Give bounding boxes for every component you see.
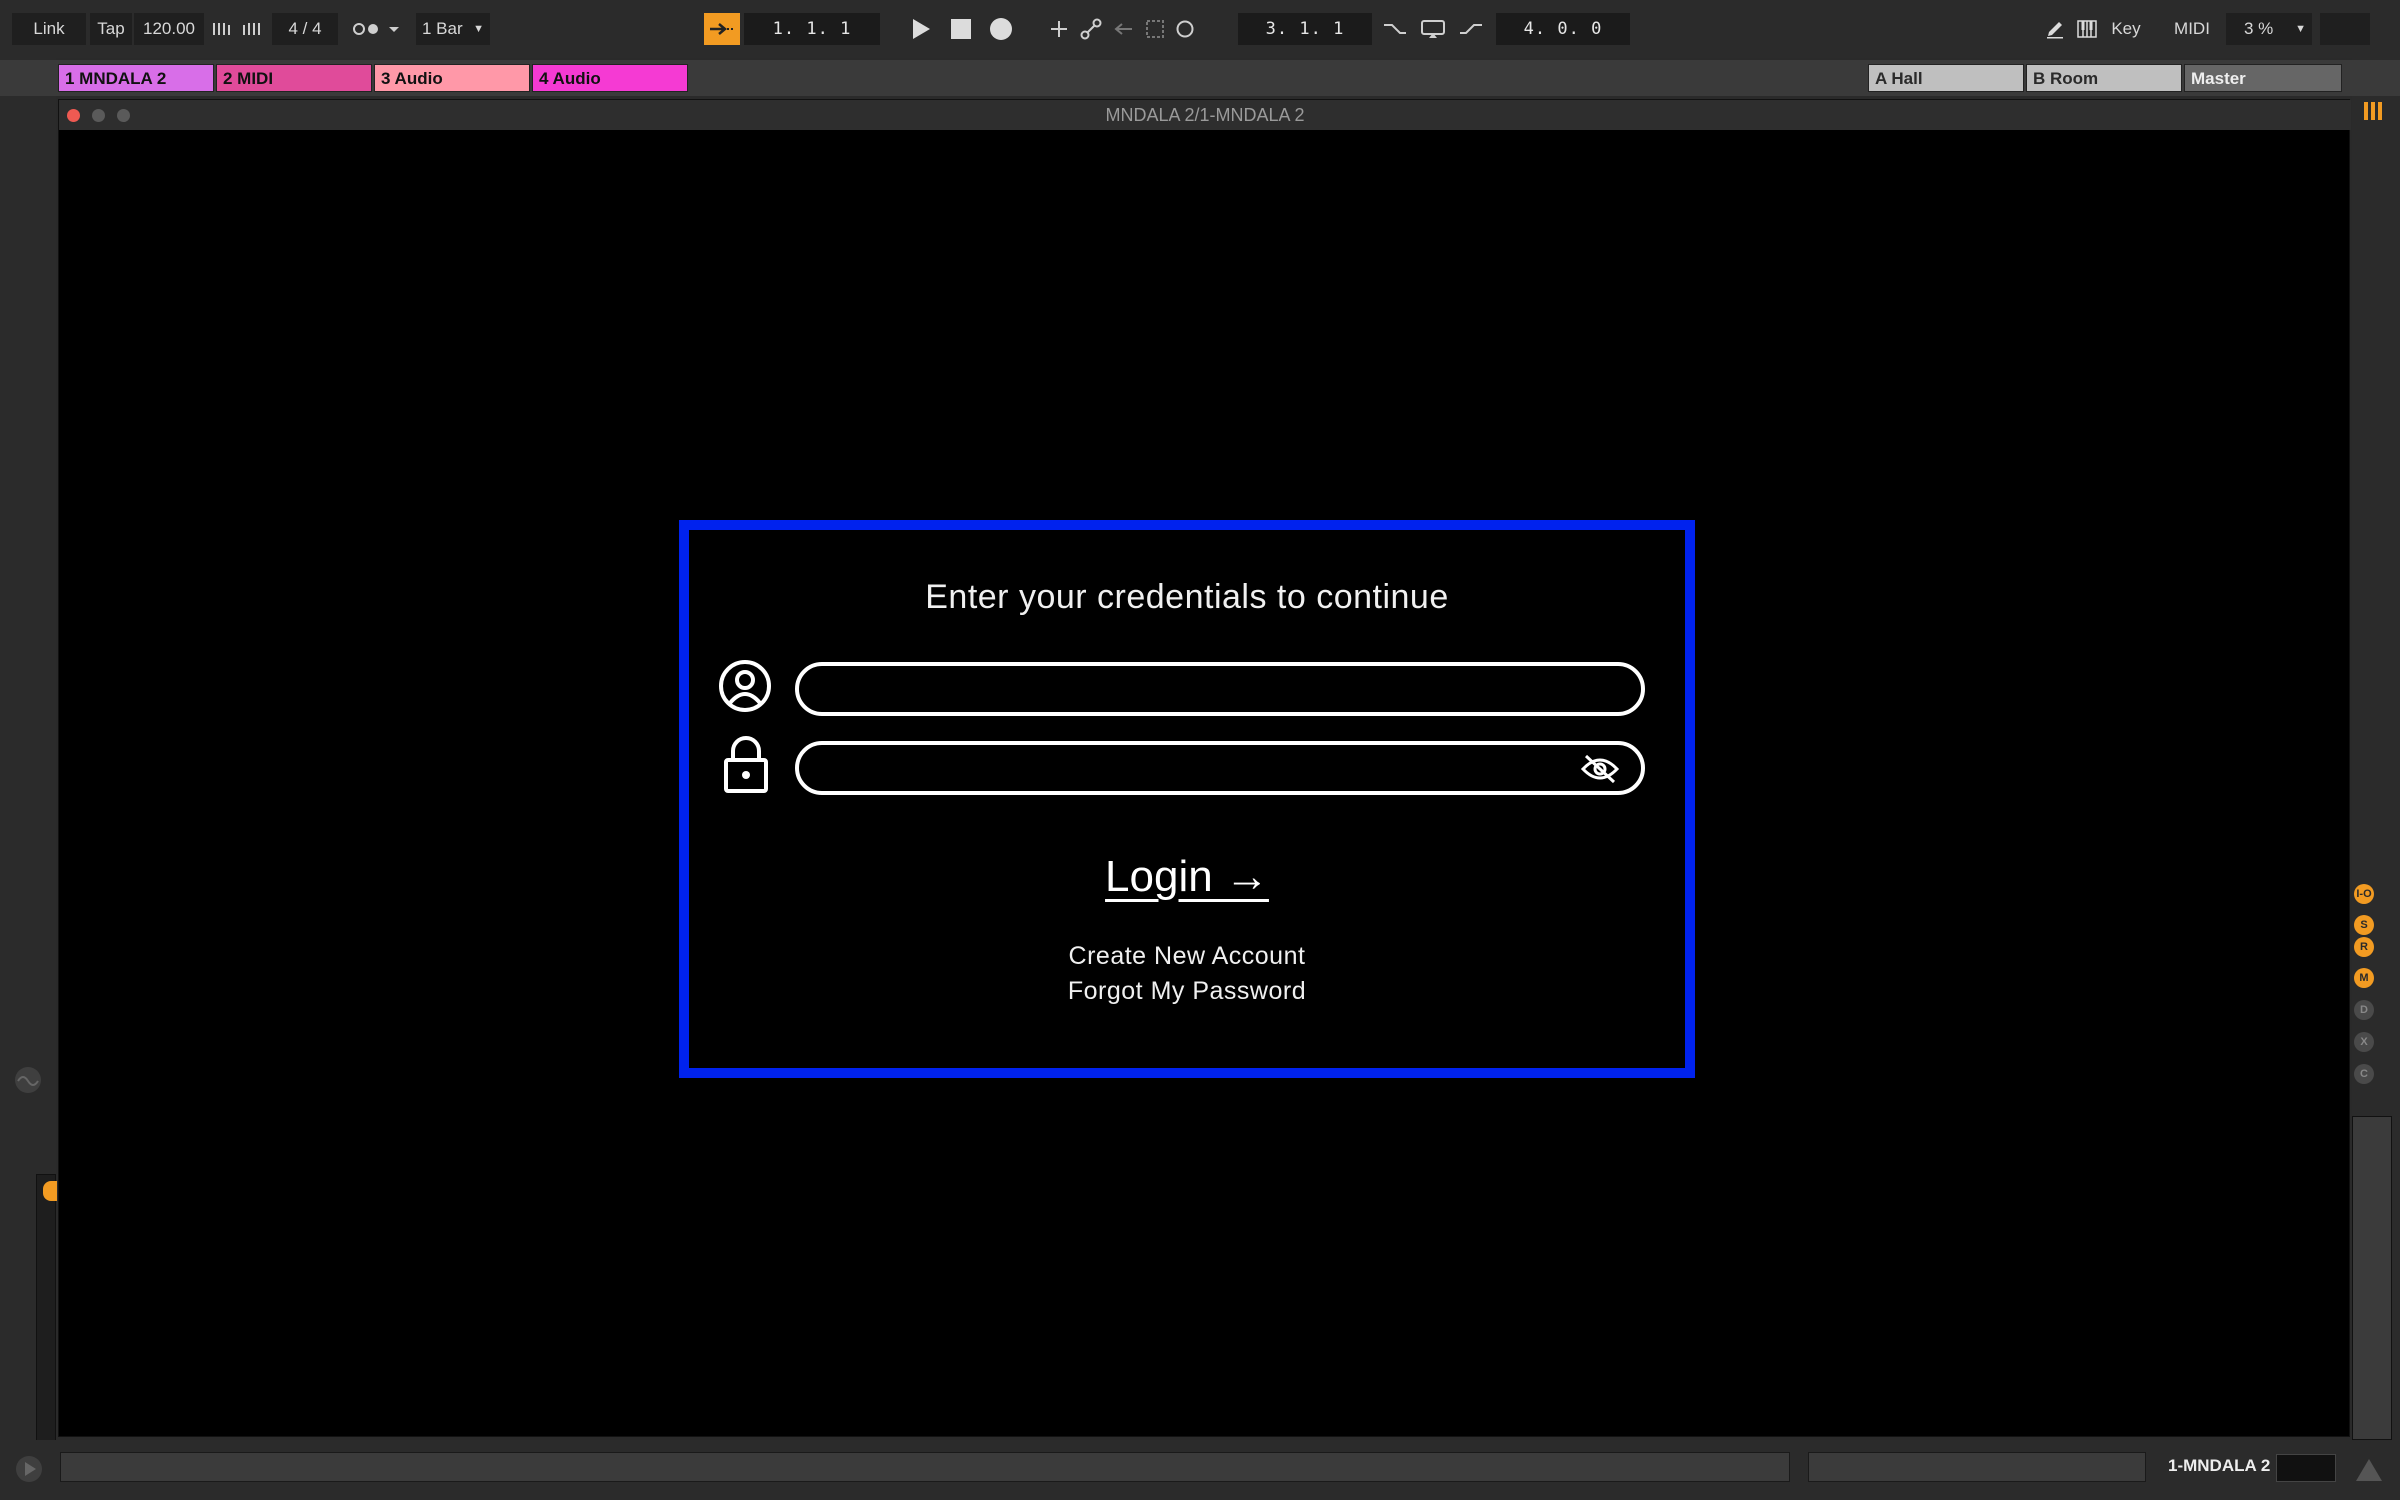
login-button[interactable]: Login → (1105, 852, 1269, 901)
quantize-dropdown[interactable]: 1 Bar ▼ (416, 13, 490, 45)
eye-off-icon[interactable] (1580, 754, 1620, 789)
status-message-bar (60, 1452, 1790, 1482)
link-button[interactable]: Link (12, 13, 86, 45)
user-icon (717, 658, 773, 719)
track-overview-thumbnail[interactable] (2276, 1454, 2336, 1482)
left-side-strip (0, 58, 57, 1494)
close-window-button[interactable] (67, 109, 80, 122)
midi-map-button[interactable]: MIDI (2164, 13, 2220, 45)
cue-toggle-badge[interactable]: C (2354, 1064, 2374, 1084)
cpu-meter[interactable]: 3 % ▼ (2226, 13, 2312, 45)
draw-mode-pencil-icon[interactable] (2040, 13, 2070, 45)
login-heading: Enter your credentials to continue (925, 578, 1449, 616)
mixer-view-icon[interactable] (2362, 100, 2386, 127)
cpu-load-value: 3 % (2244, 19, 2274, 38)
chevron-down-icon: ▼ (473, 23, 484, 35)
track-header-1[interactable]: 1 MNDALA 2 (58, 64, 214, 92)
forgot-password-link[interactable]: Forgot My Password (689, 977, 1685, 1006)
status-bar: 1-MNDALA 2 (0, 1440, 2400, 1500)
play-icon[interactable] (906, 13, 936, 45)
nudge-up-icon[interactable] (238, 13, 268, 45)
username-field[interactable] (795, 662, 1645, 716)
window-titlebar: MNDALA 2/1-MNDALA 2 (59, 100, 2351, 130)
login-button-wrap: Login → (689, 852, 1685, 902)
capture-midi-icon[interactable] (1140, 13, 1170, 45)
return-track-a[interactable]: A Hall (1868, 64, 2024, 92)
right-detail-panel (2352, 1116, 2392, 1440)
key-map-button[interactable]: Key (2104, 13, 2148, 45)
time-signature-field[interactable]: 4 / 4 (272, 13, 338, 45)
returns-toggle-badge[interactable]: R (2354, 937, 2374, 957)
loop-length-display[interactable]: 4. 0. 0 (1496, 13, 1630, 45)
back-to-arrangement-icon[interactable] (1108, 13, 1138, 45)
master-track[interactable]: Master (2184, 64, 2342, 92)
overload-indicator (2320, 13, 2370, 45)
quantize-value: 1 Bar (422, 19, 463, 38)
metronome-icon[interactable] (348, 13, 404, 45)
mixer-toggle-badge[interactable]: M (2354, 968, 2374, 988)
follow-arrow-icon (710, 23, 733, 35)
create-account-link[interactable]: Create New Account (689, 942, 1685, 971)
loop-start-display[interactable]: 3. 1. 1 (1238, 13, 1372, 45)
computer-midi-keyboard-icon[interactable] (2072, 13, 2102, 45)
punch-in-icon[interactable] (1380, 13, 1410, 45)
tempo-field[interactable]: 120.00 (134, 13, 204, 45)
window-title: MNDALA 2/1-MNDALA 2 (1105, 105, 1305, 125)
status-field-secondary (1808, 1452, 2146, 1482)
transport-bar: Link Tap 120.00 4 / 4 1 Bar ▼ 1. 1. 1 3. (0, 0, 2400, 58)
detail-view-toggle-icon[interactable] (2354, 1456, 2384, 1489)
track-header-3[interactable]: 3 Audio (374, 64, 530, 92)
follow-button[interactable] (704, 13, 740, 45)
password-input[interactable] (799, 745, 1641, 791)
password-field[interactable] (795, 741, 1645, 795)
overdub-plus-icon[interactable] (1044, 13, 1074, 45)
tap-tempo-button[interactable]: Tap (90, 13, 132, 45)
sends-toggle-badge[interactable]: S (2354, 915, 2374, 935)
lock-icon (723, 736, 769, 799)
selected-track-label: 1-MNDALA 2 (2168, 1456, 2271, 1475)
chevron-down-icon: ▼ (2295, 23, 2306, 35)
info-view-toggle-icon[interactable] (14, 1454, 44, 1489)
return-track-b[interactable]: B Room (2026, 64, 2182, 92)
record-icon[interactable] (986, 13, 1016, 45)
username-input[interactable] (799, 666, 1641, 712)
stop-icon[interactable] (946, 13, 976, 45)
arrangement-position-display[interactable]: 1. 1. 1 (744, 13, 880, 45)
automation-arm-icon[interactable] (1076, 13, 1106, 45)
login-panel: Enter your credentials to continue Login… (679, 520, 1695, 1078)
io-toggle-badge[interactable]: I-O (2354, 884, 2374, 904)
groove-pool-icon[interactable] (12, 1064, 44, 1101)
session-record-icon[interactable] (1170, 13, 1200, 45)
plugin-window: MNDALA 2/1-MNDALA 2 Enter your credentia… (58, 99, 2351, 1437)
minimize-window-button[interactable] (92, 109, 105, 122)
track-header-4[interactable]: 4 Audio (532, 64, 688, 92)
nudge-down-icon[interactable] (208, 13, 238, 45)
loop-switch-icon[interactable] (1418, 13, 1448, 45)
punch-out-icon[interactable] (1456, 13, 1486, 45)
zoom-window-button[interactable] (117, 109, 130, 122)
delay-toggle-badge[interactable]: D (2354, 1000, 2374, 1020)
right-side-strip (2352, 58, 2400, 1440)
track-header-2[interactable]: 2 MIDI (216, 64, 372, 92)
crossfader-toggle-badge[interactable]: X (2354, 1032, 2374, 1052)
track-header-row: 1 MNDALA 2 2 MIDI 3 Audio 4 Audio A Hall… (0, 60, 2400, 96)
